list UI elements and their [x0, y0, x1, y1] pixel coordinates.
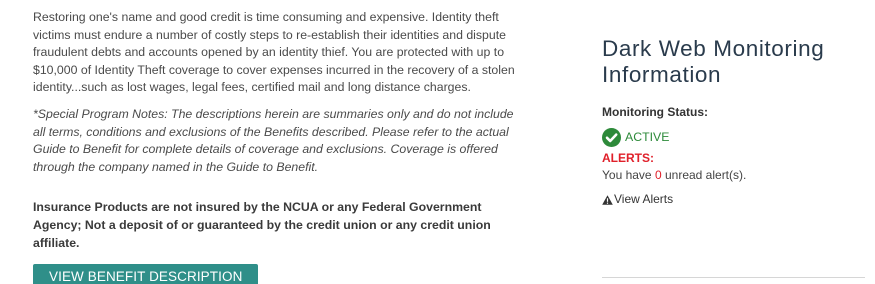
dark-web-title: Dark Web Monitoring Information [602, 36, 825, 87]
alerts-prefix: You have [602, 168, 655, 182]
view-alerts-label: View Alerts [614, 192, 674, 206]
unread-alert-count: 0 [654, 168, 662, 182]
monitoring-status-label: Monitoring Status: [602, 105, 708, 119]
view-alerts-link[interactable]: View Alerts [602, 192, 866, 206]
monitoring-status: ACTIVE [602, 127, 866, 147]
benefit-description: Restoring one's name and good credit is … [33, 10, 515, 95]
alerts-label: ALERTS: [602, 151, 654, 165]
view-benefit-description-button[interactable]: VIEW BENEFIT DESCRIPTION [33, 264, 259, 284]
page: Restoring one's name and good credit is … [0, 0, 875, 284]
benefit-panel: Restoring one's name and good credit is … [33, 9, 523, 284]
check-circle-icon [602, 127, 621, 147]
warning-icon [602, 194, 613, 205]
dark-web-panel: Dark Web Monitoring Information Monitori… [602, 36, 866, 206]
insurance-disclaimer: Insurance Products are not insured by th… [33, 200, 491, 250]
status-badge: ACTIVE [625, 130, 670, 144]
program-notes: *Special Program Notes: The descriptions… [33, 106, 514, 174]
alerts-suffix: unread alert(s). [661, 168, 747, 182]
divider [602, 277, 865, 278]
alerts-summary: You have 0 unread alert(s). [602, 168, 866, 182]
